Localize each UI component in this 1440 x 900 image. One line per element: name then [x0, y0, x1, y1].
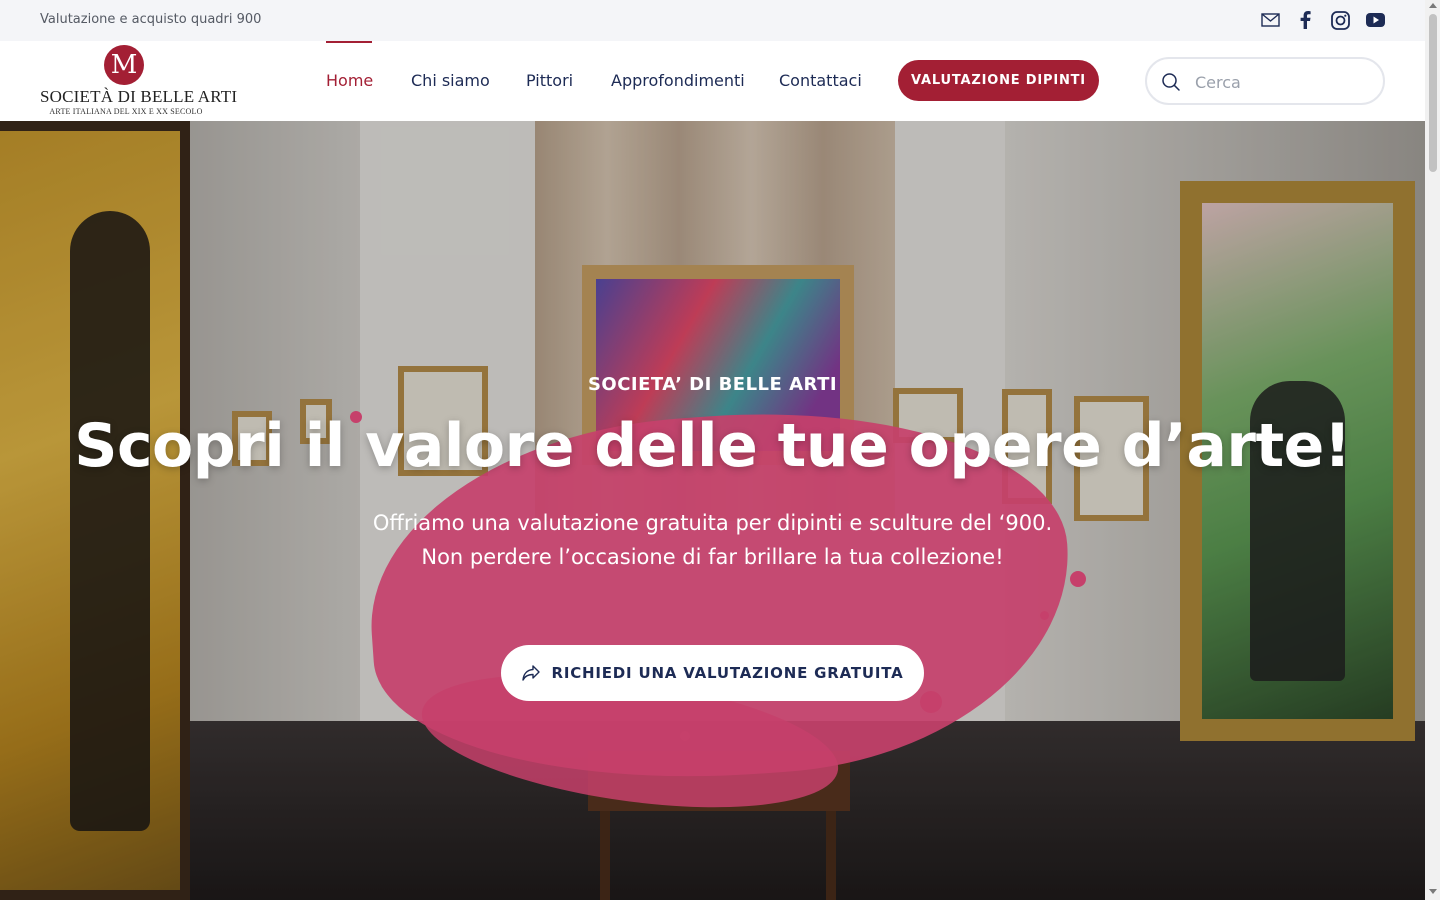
- hero-section: SOCIETA’ DI BELLE ARTI Scopri il valore …: [0, 121, 1425, 900]
- youtube-icon[interactable]: [1364, 9, 1386, 31]
- richiedi-valutazione-button[interactable]: RICHIEDI UNA VALUTAZIONE GRATUITA: [501, 645, 924, 701]
- logo-name: SOCIETÀ DI BELLE ARTI: [40, 87, 238, 106]
- hero-subtitle-line2: Non perdere l’occasione di far brillare …: [421, 545, 1004, 569]
- search-box: [1145, 57, 1385, 105]
- top-bar: Valutazione e acquisto quadri 900: [0, 0, 1425, 41]
- logo-mark: M: [104, 45, 144, 85]
- share-arrow-icon: [521, 663, 541, 683]
- hero-title: Scopri il valore delle tue opere d’arte!: [74, 411, 1351, 481]
- nav-item-home[interactable]: Home: [326, 71, 373, 90]
- scroll-down-arrow-icon[interactable]: [1429, 889, 1437, 894]
- instagram-icon[interactable]: [1329, 9, 1351, 31]
- site-logo[interactable]: M SOCIETÀ DI BELLE ARTI ARTE ITALIANA DE…: [40, 45, 238, 117]
- nav-item-pittori[interactable]: Pittori: [526, 71, 573, 90]
- nav-active-indicator: [326, 41, 372, 43]
- top-bar-tagline: Valutazione e acquisto quadri 900: [40, 12, 262, 27]
- logo-subtitle: ARTE ITALIANA DEL XIX E XX SECOLO: [49, 107, 203, 116]
- site-header: M SOCIETÀ DI BELLE ARTI ARTE ITALIANA DE…: [0, 41, 1425, 121]
- mail-icon[interactable]: [1259, 9, 1281, 31]
- page-scrollbar[interactable]: [1425, 0, 1440, 900]
- search-input[interactable]: [1195, 69, 1375, 95]
- richiedi-valutazione-label: RICHIEDI UNA VALUTAZIONE GRATUITA: [551, 664, 904, 682]
- nav-item-approfondimenti[interactable]: Approfondimenti: [611, 71, 745, 90]
- scroll-up-arrow-icon[interactable]: [1429, 3, 1437, 8]
- valutazione-dipinti-button[interactable]: VALUTAZIONE DIPINTI: [898, 60, 1099, 101]
- scrollbar-thumb[interactable]: [1429, 14, 1437, 172]
- search-icon[interactable]: [1161, 72, 1181, 92]
- facebook-icon[interactable]: [1294, 9, 1316, 31]
- nav-item-contattaci[interactable]: Contattaci: [779, 71, 862, 90]
- hero-kicker: SOCIETA’ DI BELLE ARTI: [587, 374, 838, 395]
- hero-subtitle-line1: Offriamo una valutazione gratuita per di…: [372, 511, 1053, 535]
- nav-item-chi-siamo[interactable]: Chi siamo: [411, 71, 490, 90]
